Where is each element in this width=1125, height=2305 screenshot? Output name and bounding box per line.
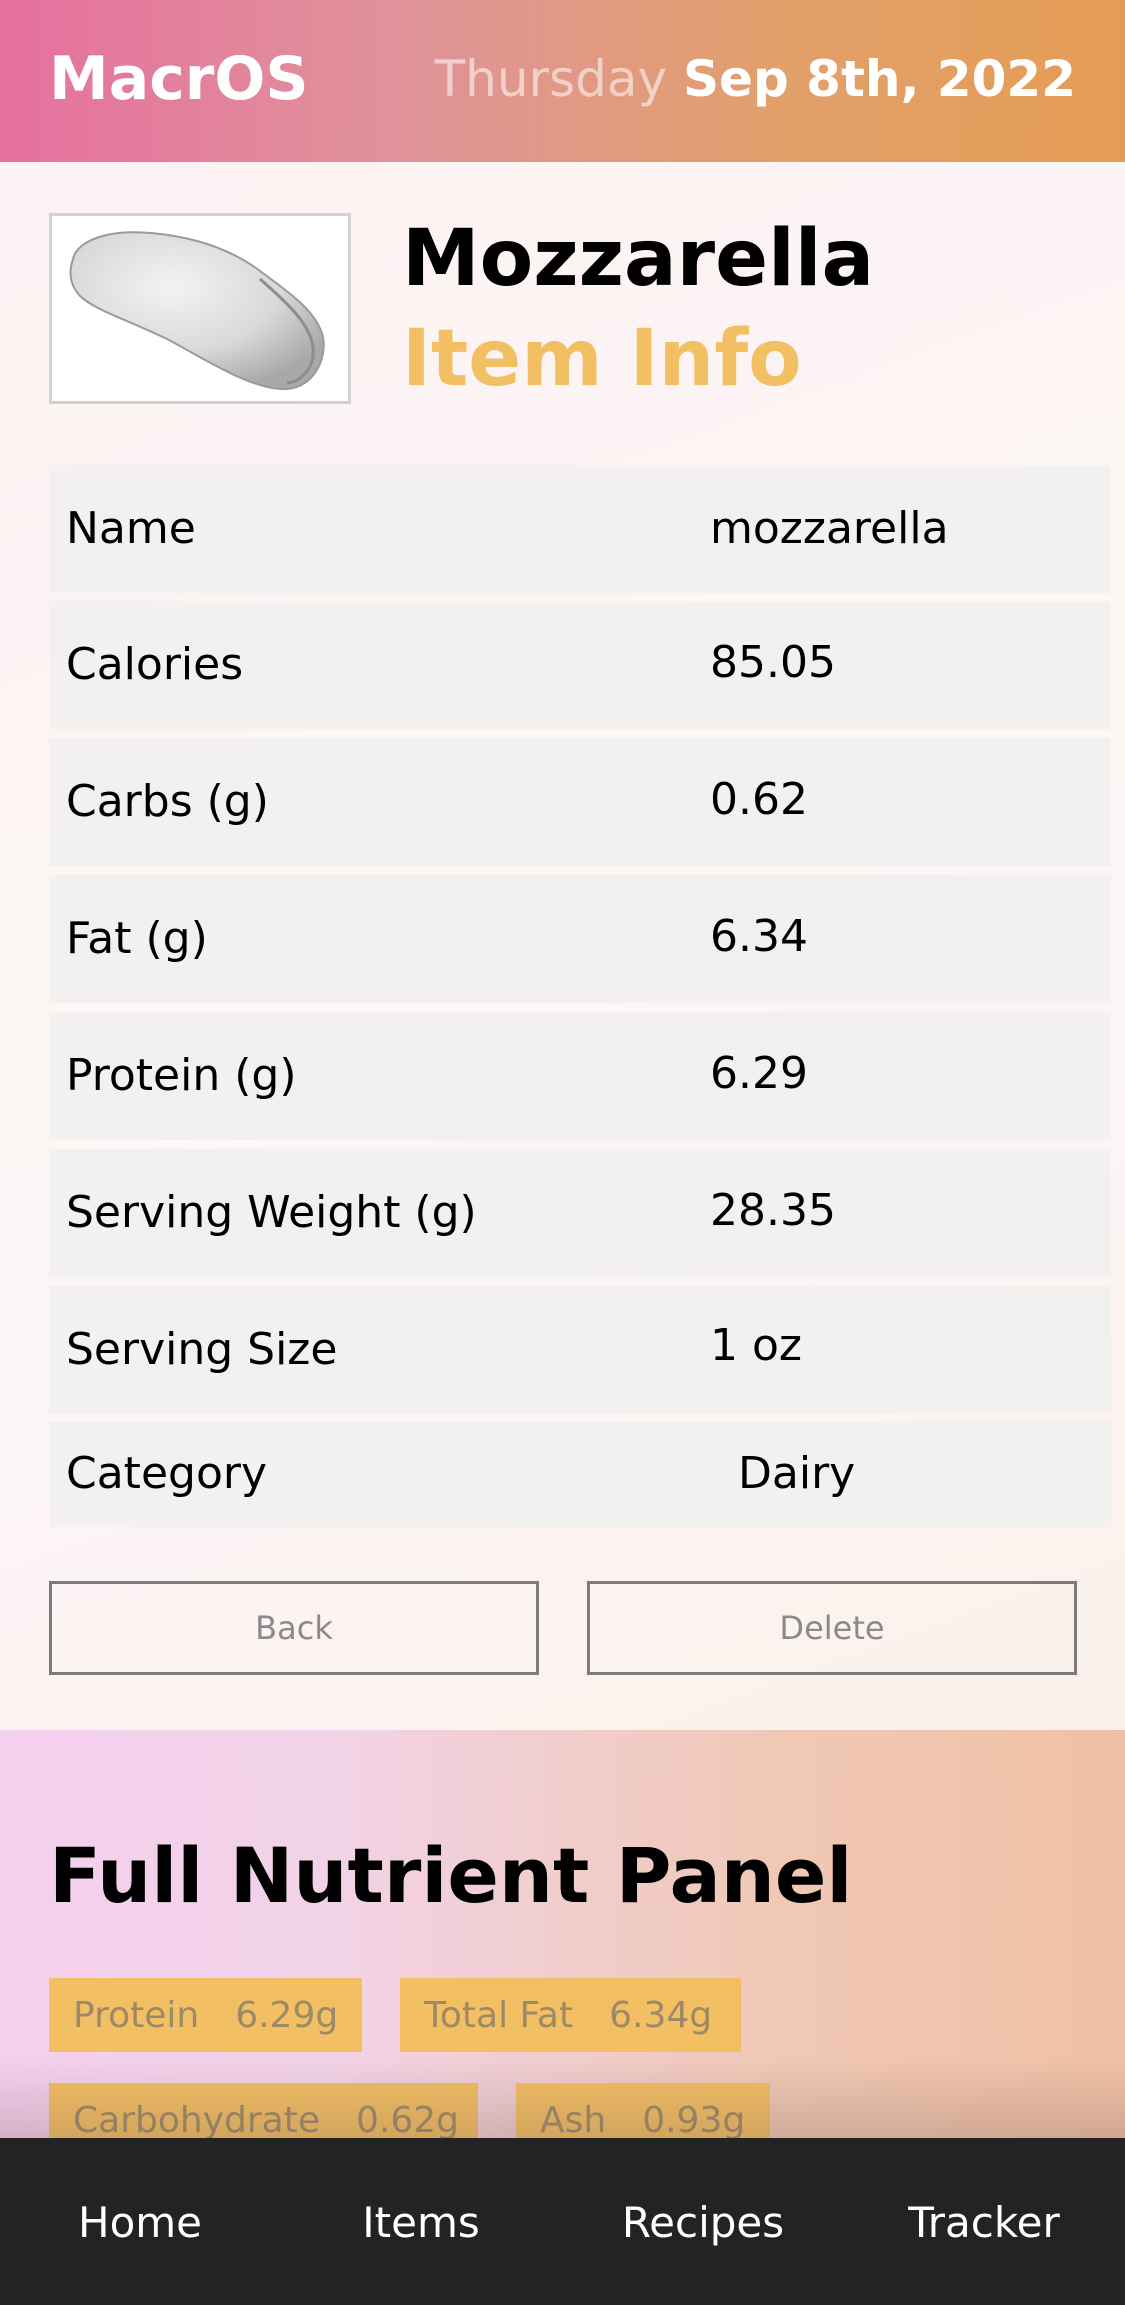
header-full-date: Sep 8th, 2022: [683, 50, 1076, 108]
header-weekday: Thursday: [434, 50, 668, 108]
row-label: Carbs (g): [66, 776, 269, 827]
bottom-nav: Home Items Recipes Tracker: [0, 2138, 1125, 2305]
row-value: 1 oz: [710, 1320, 802, 1371]
row-label: Protein (g): [66, 1050, 297, 1101]
table-row-category: Category Dairy: [49, 1422, 1111, 1527]
panel-title: Full Nutrient Panel: [49, 1831, 853, 1920]
row-label: Category: [66, 1448, 267, 1499]
delete-button[interactable]: Delete: [587, 1581, 1077, 1675]
table-row-fat: Fat (g) 6.34: [49, 875, 1111, 1003]
row-value: 85.05: [710, 637, 836, 688]
app-brand[interactable]: MacrOS: [49, 44, 309, 114]
mozzarella-photo-icon: [69, 230, 325, 390]
row-label: Fat (g): [66, 913, 208, 964]
row-value: 28.35: [710, 1185, 836, 1236]
table-row-serving-size: Serving Size 1 oz: [49, 1286, 1111, 1414]
nav-item-items[interactable]: Items: [362, 2198, 480, 2247]
chip-value: 6.34g: [609, 1994, 713, 2036]
nav-item-recipes[interactable]: Recipes: [622, 2198, 784, 2247]
item-image: [49, 213, 351, 404]
row-value: 6.29: [710, 1048, 808, 1099]
row-value: 6.34: [710, 911, 808, 962]
table-row-carbs: Carbs (g) 0.62: [49, 738, 1111, 866]
row-label: Serving Size: [66, 1324, 338, 1375]
item-subtitle: Item Info: [402, 314, 802, 404]
row-value: 0.62: [710, 774, 808, 825]
nav-item-tracker[interactable]: Tracker: [908, 2198, 1060, 2247]
chip-name: Total Fat: [424, 1994, 574, 2036]
nutrient-chip-carbohydrate: Carbohydrate 0.62g: [49, 2083, 478, 2138]
row-label: Name: [66, 503, 196, 554]
chip-name: Protein: [73, 1994, 200, 2036]
table-row-serving-weight: Serving Weight (g) 28.35: [49, 1149, 1111, 1277]
row-value: mozzarella: [710, 503, 949, 554]
chip-value: 6.29g: [235, 1994, 339, 2036]
header-date: Thursday Sep 8th, 2022: [435, 50, 1076, 108]
chip-name: Ash: [540, 2099, 607, 2139]
table-row-protein: Protein (g) 6.29: [49, 1012, 1111, 1140]
app-header: MacrOS Thursday Sep 8th, 2022: [0, 0, 1125, 162]
back-button[interactable]: Back: [49, 1581, 539, 1675]
nutrient-chip-ash: Ash 0.93g: [516, 2083, 770, 2138]
row-label: Calories: [66, 639, 244, 690]
chip-name: Carbohydrate: [73, 2099, 320, 2139]
table-row-calories: Calories 85.05: [49, 601, 1111, 729]
nutrient-panel: Full Nutrient Panel Protein 6.29g Total F…: [0, 1730, 1125, 2138]
nutrient-chip-protein: Protein 6.29g: [49, 1978, 362, 2052]
nav-item-home[interactable]: Home: [78, 2198, 202, 2247]
chip-value: 0.93g: [642, 2099, 746, 2139]
chip-value: 0.62g: [355, 2099, 459, 2139]
row-label: Serving Weight (g): [66, 1187, 477, 1238]
row-value: Dairy: [738, 1448, 856, 1499]
table-row-name: Name mozzarella: [49, 465, 1111, 593]
item-title: Mozzarella: [402, 214, 875, 304]
nutrient-chip-total-fat: Total Fat 6.34g: [400, 1978, 741, 2052]
